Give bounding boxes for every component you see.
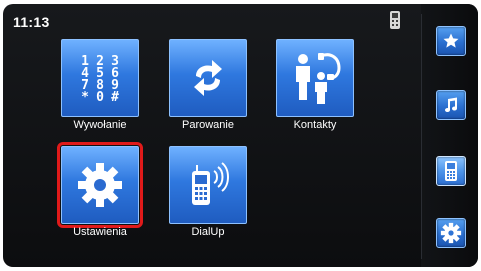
music-button[interactable] bbox=[436, 90, 466, 120]
tile-label: DialUp bbox=[191, 226, 225, 238]
star-icon bbox=[443, 33, 459, 48]
mobile-phone-icon bbox=[169, 146, 247, 224]
tile-label: Parowanie bbox=[182, 119, 234, 131]
sidebar bbox=[421, 4, 478, 267]
sync-arrows-icon bbox=[169, 39, 247, 117]
settings-button[interactable] bbox=[436, 218, 466, 248]
gear-icon bbox=[57, 142, 143, 228]
contacts-icon bbox=[276, 39, 354, 117]
screen: 11:13 1 2 3 4 5 6 7 8 9 * 0 # Wywołanie … bbox=[3, 4, 478, 267]
music-note-icon bbox=[445, 97, 458, 113]
tile-label: Wywołanie bbox=[73, 119, 127, 131]
device-frame: 11:13 1 2 3 4 5 6 7 8 9 * 0 # Wywołanie … bbox=[0, 0, 481, 271]
tile-ustawienia[interactable]: Ustawienia bbox=[57, 142, 143, 242]
tile-parowanie[interactable]: Parowanie bbox=[169, 39, 247, 135]
phone-connected-icon bbox=[389, 10, 401, 30]
tile-label: Kontakty bbox=[293, 119, 337, 131]
tile-dialup[interactable]: DialUp bbox=[169, 146, 247, 242]
tile-wywolanie[interactable]: 1 2 3 4 5 6 7 8 9 * 0 # Wywołanie bbox=[61, 39, 139, 135]
gear-icon bbox=[440, 222, 462, 244]
phone-button[interactable] bbox=[436, 156, 466, 186]
tile-kontakty[interactable]: Kontakty bbox=[276, 39, 354, 135]
tile-label: Ustawienia bbox=[73, 226, 127, 238]
svg-text:0: 0 bbox=[96, 90, 104, 103]
favorites-button[interactable] bbox=[436, 26, 466, 56]
svg-text:#: # bbox=[111, 90, 119, 103]
svg-text:*: * bbox=[81, 90, 89, 103]
keypad-icon: 1 2 3 4 5 6 7 8 9 * 0 # bbox=[61, 39, 139, 117]
clock: 11:13 bbox=[13, 14, 50, 30]
phone-icon bbox=[445, 161, 457, 181]
